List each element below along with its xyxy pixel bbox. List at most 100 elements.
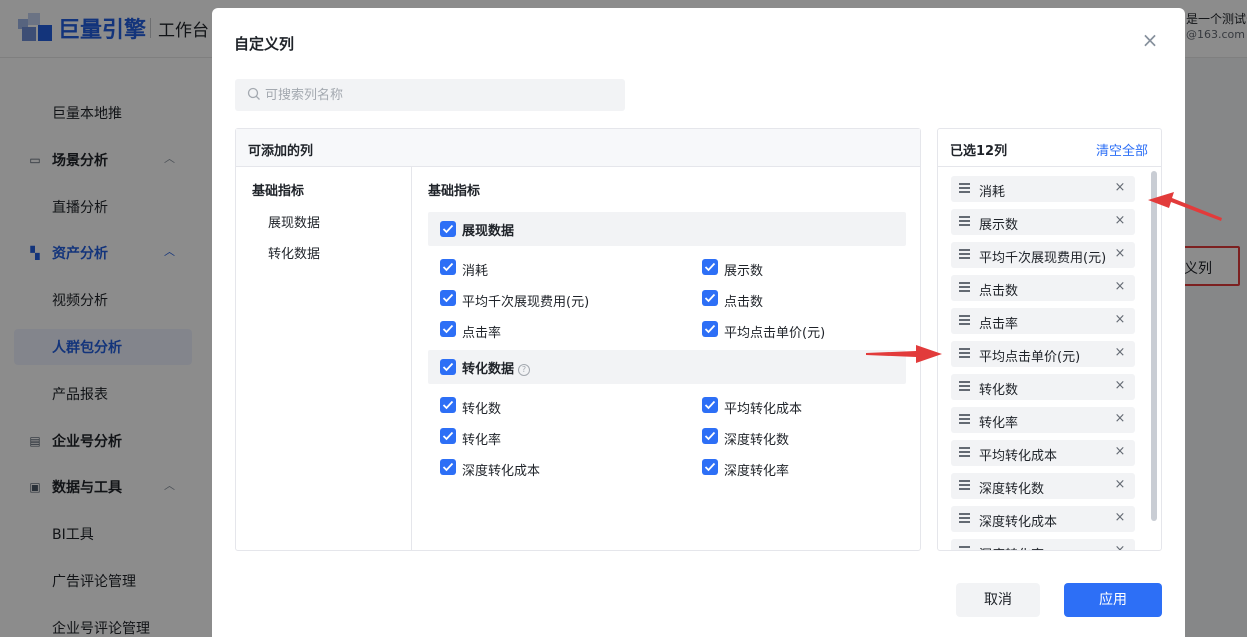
selected-columns-panel: 已选12列 清空全部 消耗 × 展示数 × 平均千次展现费用(元) × 点击数 × 点击率 × 平均… bbox=[937, 128, 1162, 551]
checkbox[interactable] bbox=[702, 397, 718, 413]
remove-icon[interactable]: × bbox=[1113, 543, 1127, 550]
drag-handle-icon[interactable] bbox=[959, 511, 971, 525]
selected-column-chip[interactable]: 深度转化数 × bbox=[951, 473, 1135, 499]
group-label-text: 转化数据 bbox=[462, 362, 515, 377]
drag-handle-icon[interactable] bbox=[959, 346, 971, 360]
drag-handle-icon[interactable] bbox=[959, 478, 971, 492]
search-icon bbox=[247, 87, 260, 100]
annotation-arrow-right bbox=[866, 345, 942, 363]
remove-icon[interactable]: × bbox=[1113, 477, 1127, 493]
search-input[interactable] bbox=[265, 79, 615, 111]
available-columns-header: 可添加的列 bbox=[236, 129, 920, 167]
option-label: 平均点击单价(元) bbox=[724, 326, 826, 341]
clear-all-link[interactable]: 清空全部 bbox=[1096, 140, 1148, 159]
option-label: 转化数 bbox=[462, 402, 502, 417]
chip-label: 转化数 bbox=[979, 383, 1019, 398]
chip-label: 消耗 bbox=[979, 185, 1006, 200]
remove-icon[interactable]: × bbox=[1113, 378, 1127, 394]
option-label: 平均转化成本 bbox=[724, 402, 803, 417]
checkbox[interactable] bbox=[702, 459, 718, 475]
selected-column-chip[interactable]: 平均千次展现费用(元) × bbox=[951, 242, 1135, 268]
checkbox[interactable] bbox=[702, 321, 718, 337]
chip-label: 平均转化成本 bbox=[979, 449, 1058, 464]
remove-icon[interactable]: × bbox=[1113, 279, 1127, 295]
chip-label: 平均点击单价(元) bbox=[979, 350, 1081, 365]
group-label: 转化数据? bbox=[462, 358, 531, 377]
option-label: 深度转化成本 bbox=[462, 464, 541, 479]
checkbox[interactable] bbox=[702, 290, 718, 306]
selected-column-chip[interactable]: 转化数 × bbox=[951, 374, 1135, 400]
dialog-title: 自定义列 bbox=[234, 35, 295, 53]
checkbox[interactable] bbox=[440, 459, 456, 475]
annotation-arrow-left bbox=[1148, 192, 1222, 221]
chip-label: 转化率 bbox=[979, 416, 1019, 431]
available-columns-panel: 可添加的列 基础指标 展现数据 转化数据 基础指标 展现数据 消耗 展示数 平均… bbox=[235, 128, 921, 551]
chip-label: 点击数 bbox=[979, 284, 1019, 299]
option-label: 平均千次展现费用(元) bbox=[462, 295, 590, 310]
close-icon[interactable]: × bbox=[1140, 30, 1160, 50]
drag-handle-icon[interactable] bbox=[959, 214, 971, 228]
checkbox[interactable] bbox=[440, 290, 456, 306]
drag-handle-icon[interactable] bbox=[959, 247, 971, 261]
chip-label: 深度转化成本 bbox=[979, 515, 1058, 530]
option-label: 消耗 bbox=[462, 264, 489, 279]
selected-column-chip[interactable]: 消耗 × bbox=[951, 176, 1135, 202]
drag-handle-icon[interactable] bbox=[959, 412, 971, 426]
selected-column-chip[interactable]: 转化率 × bbox=[951, 407, 1135, 433]
remove-icon[interactable]: × bbox=[1113, 510, 1127, 526]
selected-column-chip[interactable]: 平均点击单价(元) × bbox=[951, 341, 1135, 367]
checkbox[interactable] bbox=[440, 321, 456, 337]
group-checkbox[interactable] bbox=[440, 359, 456, 375]
checkbox[interactable] bbox=[440, 397, 456, 413]
selected-columns-header: 已选12列 清空全部 bbox=[938, 129, 1161, 167]
option-label: 深度转化数 bbox=[724, 433, 790, 448]
remove-icon[interactable]: × bbox=[1113, 180, 1127, 196]
drag-handle-icon[interactable] bbox=[959, 313, 971, 327]
remove-icon[interactable]: × bbox=[1113, 411, 1127, 427]
drag-handle-icon[interactable] bbox=[959, 181, 971, 195]
chip-label: 平均千次展现费用(元) bbox=[979, 251, 1107, 266]
apply-button[interactable]: 应用 bbox=[1064, 583, 1162, 617]
option-label: 转化率 bbox=[462, 433, 502, 448]
option-label: 展示数 bbox=[724, 264, 764, 279]
option-label: 深度转化率 bbox=[724, 464, 790, 479]
chip-label: 展示数 bbox=[979, 218, 1019, 233]
selected-column-chip[interactable]: 展示数 × bbox=[951, 209, 1135, 235]
checkbox[interactable] bbox=[702, 428, 718, 444]
checkbox[interactable] bbox=[440, 259, 456, 275]
drag-handle-icon[interactable] bbox=[959, 280, 971, 294]
chip-label: 点击率 bbox=[979, 317, 1019, 332]
selected-column-chip[interactable]: 点击数 × bbox=[951, 275, 1135, 301]
group-conversion-data[interactable]: 转化数据? bbox=[428, 350, 906, 384]
chip-label: 深度转化数 bbox=[979, 482, 1045, 497]
category-conversion-data[interactable]: 转化数据 bbox=[268, 243, 320, 262]
drag-handle-icon[interactable] bbox=[959, 544, 971, 550]
options-title: 基础指标 bbox=[428, 184, 481, 199]
option-label: 点击数 bbox=[724, 295, 764, 310]
checkbox[interactable] bbox=[702, 259, 718, 275]
cancel-button[interactable]: 取消 bbox=[956, 583, 1040, 617]
checkbox[interactable] bbox=[440, 428, 456, 444]
chip-label: 深度转化率 bbox=[979, 544, 1044, 550]
help-icon[interactable]: ? bbox=[518, 364, 531, 376]
drag-handle-icon[interactable] bbox=[959, 379, 971, 393]
group-checkbox[interactable] bbox=[440, 221, 456, 237]
selected-column-chip[interactable]: 平均转化成本 × bbox=[951, 440, 1135, 466]
remove-icon[interactable]: × bbox=[1113, 444, 1127, 460]
category-basic-metrics[interactable]: 基础指标 bbox=[252, 180, 304, 199]
drag-handle-icon[interactable] bbox=[959, 445, 971, 459]
remove-icon[interactable]: × bbox=[1113, 246, 1127, 262]
selected-count: 已选12列 bbox=[950, 144, 1008, 159]
custom-columns-dialog: 自定义列 × 可添加的列 基础指标 展现数据 转化数据 基础指标 展现数据 消耗… bbox=[212, 8, 1185, 637]
remove-icon[interactable]: × bbox=[1113, 345, 1127, 361]
remove-icon[interactable]: × bbox=[1113, 213, 1127, 229]
selected-column-chip[interactable]: 深度转化率 × bbox=[951, 539, 1135, 550]
selected-column-chip[interactable]: 深度转化成本 × bbox=[951, 506, 1135, 532]
group-display-data[interactable]: 展现数据 bbox=[428, 212, 906, 246]
selected-column-chip[interactable]: 点击率 × bbox=[951, 308, 1135, 334]
column-search bbox=[235, 79, 625, 111]
remove-icon[interactable]: × bbox=[1113, 312, 1127, 328]
option-label: 点击率 bbox=[462, 326, 502, 341]
category-display-data[interactable]: 展现数据 bbox=[268, 212, 320, 231]
column-options: 基础指标 展现数据 消耗 展示数 平均千次展现费用(元) 点击数 点击率 平均点… bbox=[413, 167, 920, 550]
